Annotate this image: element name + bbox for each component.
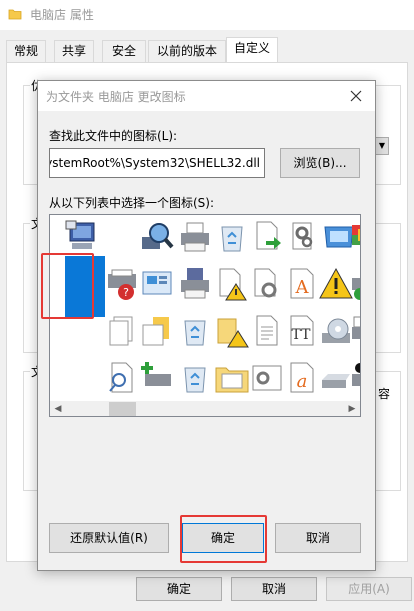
document-warning-icon[interactable] xyxy=(214,266,250,302)
icon-file-path-input[interactable]: %SystemRoot%\System32\SHELL32.dll xyxy=(49,148,265,178)
printer-black-icon[interactable] xyxy=(350,360,360,396)
search-document-icon[interactable] xyxy=(104,360,140,396)
folder-icon xyxy=(8,9,22,20)
printer-green-icon[interactable] xyxy=(350,266,360,302)
magnifier-computer-icon[interactable] xyxy=(139,219,175,255)
folder-overlay-icon[interactable] xyxy=(139,313,175,349)
svg-text:A: A xyxy=(295,277,310,298)
back-cancel-button[interactable]: 取消 xyxy=(231,577,317,601)
browse-button[interactable]: 浏览(B)... xyxy=(280,148,360,178)
settings-gears-icon[interactable] xyxy=(285,219,321,255)
group-text-partial-d: 容 xyxy=(377,385,392,402)
scroll-thumb[interactable] xyxy=(109,402,136,416)
font-a-italic-icon[interactable]: a xyxy=(285,360,321,396)
font-a-icon[interactable]: A xyxy=(285,266,321,302)
svg-text:?: ? xyxy=(123,286,129,299)
tab-sharing[interactable]: 共享 xyxy=(54,40,94,62)
folder-documents-icon[interactable] xyxy=(214,360,250,396)
recycle-bin-empty-icon[interactable] xyxy=(214,219,250,255)
network-computer-icon[interactable] xyxy=(64,219,100,255)
printer-icon[interactable] xyxy=(177,219,213,255)
control-panel-icon[interactable] xyxy=(139,266,175,302)
recycle-bin-full-icon[interactable] xyxy=(177,313,213,349)
icon-list[interactable]: ? A TT a ◀ ▶ xyxy=(49,214,361,417)
tab-previous-versions[interactable]: 以前的版本 xyxy=(148,40,226,62)
tab-general[interactable]: 常规 xyxy=(6,40,46,62)
ok-button-highlight xyxy=(180,515,267,563)
back-window-title: 电脑店 属性 xyxy=(30,8,94,22)
dialog-title: 为文件夹 电脑店 更改图标 xyxy=(46,90,186,104)
back-apply-button[interactable]: 应用(A) xyxy=(326,577,412,601)
tab-customize[interactable]: 自定义 xyxy=(226,37,278,62)
tab-security[interactable]: 安全 xyxy=(102,40,146,62)
printer-error-icon[interactable]: ? xyxy=(104,266,140,302)
svg-text:TT: TT xyxy=(292,327,312,343)
folder-warning-icon[interactable] xyxy=(214,313,250,349)
document-stack-icon[interactable] xyxy=(104,313,140,349)
font-tt-icon[interactable]: TT xyxy=(285,313,321,349)
warning-icon[interactable] xyxy=(318,266,354,302)
printer-floppy-icon[interactable] xyxy=(177,266,213,302)
find-icons-label: 查找此文件中的图标(L): xyxy=(49,129,178,143)
dialog-titlebar: 为文件夹 电脑店 更改图标 xyxy=(38,81,375,111)
back-ok-button[interactable]: 确定 xyxy=(136,577,222,601)
scroll-right-icon[interactable]: ▶ xyxy=(344,401,360,416)
selected-icon-highlight xyxy=(41,253,94,319)
disc-drive-icon[interactable] xyxy=(318,313,354,349)
restore-default-button[interactable]: 还原默认值(R) xyxy=(49,523,169,553)
close-icon[interactable] xyxy=(345,85,367,107)
choose-icon-label: 从以下列表中选择一个图标(S): xyxy=(49,196,215,210)
printer-check-icon[interactable] xyxy=(350,313,360,349)
recycle-bin-icon[interactable] xyxy=(177,360,213,396)
settings-panel-icon[interactable] xyxy=(249,360,285,396)
shortcut-document-icon[interactable] xyxy=(249,219,285,255)
svg-text:a: a xyxy=(297,371,308,392)
text-document-icon[interactable] xyxy=(249,313,285,349)
change-icon-dialog: 为文件夹 电脑店 更改图标 查找此文件中的图标(L): %SystemRoot%… xyxy=(37,80,376,571)
dropdown-chevron-icon[interactable]: ▼ xyxy=(375,137,389,155)
file-path-text: %SystemRoot%\System32\SHELL32.dll xyxy=(49,156,260,170)
scroll-left-icon[interactable]: ◀ xyxy=(50,401,66,416)
icon-list-scrollbar[interactable]: ◀ ▶ xyxy=(50,401,360,416)
drive-icon[interactable] xyxy=(318,360,354,396)
document-gears-icon[interactable] xyxy=(249,266,285,302)
color-blocks-icon[interactable] xyxy=(350,219,360,255)
back-window-titlebar: 电脑店 属性 xyxy=(0,0,414,30)
dialog-cancel-button[interactable]: 取消 xyxy=(275,523,361,553)
add-printer-icon[interactable] xyxy=(139,360,175,396)
